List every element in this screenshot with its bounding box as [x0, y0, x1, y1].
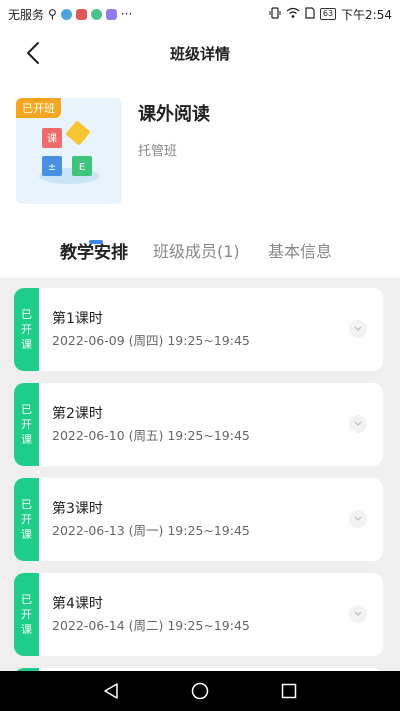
system-navigation-bar [0, 671, 400, 711]
session-time: 2022-06-13 (周一) 19:25~19:45 [52, 523, 250, 538]
session-status-badge: 已开课 [14, 478, 39, 561]
cover-glyph: E [79, 162, 85, 173]
app-notification-icon [90, 8, 102, 20]
square-recents-icon [281, 683, 297, 699]
session-time: 2022-06-10 (周五) 19:25~19:45 [52, 428, 250, 443]
session-status-badge: 已开课 [14, 383, 39, 466]
page-title: 班级详情 [169, 44, 230, 63]
tab-basic-info[interactable]: 基本信息 [268, 238, 332, 262]
session-card[interactable]: 已开课 第4课时 2022-06-14 (周二) 19:25~19:45 [14, 573, 383, 656]
chevron-down-icon[interactable] [349, 415, 367, 433]
battery-icon: 63 [319, 8, 337, 20]
course-text: 课外阅读 托管班 [138, 98, 210, 204]
chevron-down-icon[interactable] [349, 320, 367, 338]
session-status-badge: 已开课 [14, 573, 39, 656]
carrier-text: 无服务 [8, 7, 45, 22]
session-title: 第3课时 [52, 501, 103, 517]
back-button[interactable] [18, 38, 48, 68]
system-recents-button[interactable] [279, 681, 299, 701]
app-notification-icon [75, 8, 87, 20]
more-notifications-icon: ··· [120, 7, 133, 21]
course-type: 托管班 [138, 144, 178, 159]
app-notification-icon [105, 8, 117, 20]
session-status-badge: 已开课 [14, 288, 39, 371]
chevron-down-icon[interactable] [349, 605, 367, 623]
session-title: 第2课时 [52, 406, 103, 422]
session-time: 2022-06-14 (周二) 19:25~19:45 [52, 618, 250, 633]
course-info: 课 ± E 已开班 课外阅读 托管班 [16, 98, 210, 204]
system-back-button[interactable] [101, 681, 121, 701]
cover-glyph: ± [48, 162, 56, 173]
course-name: 课外阅读 [138, 104, 210, 125]
course-cover-image: 课 ± E 已开班 [16, 98, 122, 204]
sim-icon [305, 6, 315, 22]
session-time: 2022-06-09 (周四) 19:25~19:45 [52, 333, 250, 348]
vibrate-icon [269, 6, 281, 22]
status-bar: 无服务 ⚲ ··· 63 下午2:54 [0, 0, 400, 28]
session-list: 已开课 第1课时 2022-06-09 (周四) 19:25~19:45 已开课… [14, 288, 384, 688]
session-card[interactable]: 已开课 第1课时 2022-06-09 (周四) 19:25~19:45 [14, 288, 383, 371]
session-card[interactable]: 已开课 第3课时 2022-06-13 (周一) 19:25~19:45 [14, 478, 383, 561]
chevron-down-icon[interactable] [349, 510, 367, 528]
wifi-icon [286, 7, 300, 22]
navigation-bar: 班级详情 [0, 28, 400, 78]
tab-bar: 教学安排 班级成员(1) 基本信息 [0, 234, 400, 278]
app-notification-icon [60, 8, 72, 20]
active-tab-indicator [89, 240, 103, 244]
tab-class-members[interactable]: 班级成员(1) [153, 238, 240, 262]
session-card[interactable]: 已开课 第2课时 2022-06-10 (周五) 19:25~19:45 [14, 383, 383, 466]
clock-text: 下午2:54 [341, 7, 392, 22]
usb-icon: ⚲ [48, 7, 57, 21]
cover-glyph: 课 [47, 133, 57, 145]
chevron-left-icon [27, 42, 39, 64]
system-home-button[interactable] [190, 681, 210, 701]
triangle-back-icon [104, 683, 118, 699]
circle-home-icon [191, 682, 209, 700]
class-header-section: 班级详情 课 ± E 已开班 课外阅读 托管班 教学安排 班级成员(1) 基本信… [0, 28, 400, 278]
session-title: 第4课时 [52, 596, 103, 612]
class-status-badge: 已开班 [16, 98, 61, 118]
session-title: 第1课时 [52, 311, 103, 327]
